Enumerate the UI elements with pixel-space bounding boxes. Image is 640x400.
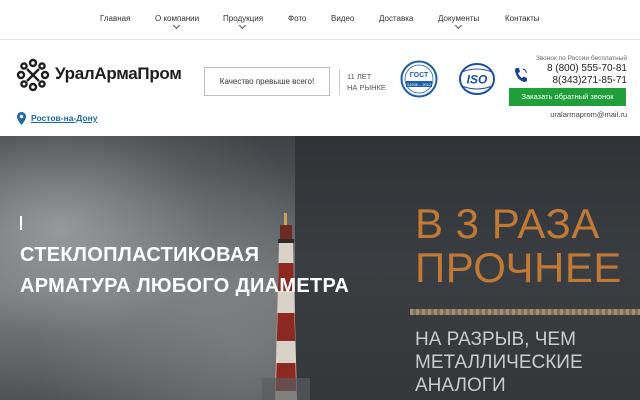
email-link[interactable]: uralarmaprom@mail.ru bbox=[550, 110, 627, 119]
nav-item-documents[interactable]: Документы bbox=[438, 14, 479, 30]
nav-item-about[interactable]: О компании bbox=[155, 14, 199, 30]
iso-label: ISO bbox=[467, 73, 488, 87]
nav-item-contacts[interactable]: Контакты bbox=[505, 14, 540, 23]
chevron-down-icon bbox=[238, 21, 247, 30]
hero-title: СТЕКЛОПЛАСТИКОВАЯ АРМАТУРА ЛЮБОГО ДИАМЕТ… bbox=[20, 240, 349, 302]
promo-headline-line-1: В 3 РАЗА bbox=[415, 200, 600, 247]
promo-headline-line-2: ПРОЧНЕЕ bbox=[415, 244, 622, 291]
chevron-down-icon bbox=[454, 21, 462, 30]
years-line-2: НА РЫНКЕ bbox=[347, 83, 386, 92]
top-navigation: Главная О компании Продукция Фото Видео … bbox=[0, 0, 640, 40]
location-pin-icon bbox=[17, 112, 26, 125]
nav-item-home[interactable]: Главная bbox=[100, 14, 130, 23]
phone-number-local[interactable]: 8(343)271-85-71 bbox=[553, 75, 628, 86]
promo-subtext-line-1: НА РАЗРЫВ, ЧЕМ bbox=[415, 329, 576, 350]
chevron-down-icon bbox=[173, 21, 181, 30]
nav-item-products[interactable]: Продукция bbox=[223, 14, 263, 30]
logo-mark-icon bbox=[16, 58, 50, 92]
hero-title-line-1: СТЕКЛОПЛАСТИКОВАЯ bbox=[20, 244, 260, 266]
phone-number-tollfree[interactable]: 8 (800) 555-70-81 bbox=[547, 63, 627, 74]
divider bbox=[339, 69, 340, 95]
site-header: УралАрмаПром Ростов-на-Дону Качество пре… bbox=[0, 40, 640, 136]
gost-label: ГОСТ bbox=[410, 72, 429, 79]
nav-item-video[interactable]: Видео bbox=[331, 14, 354, 23]
nav-item-label: Доставка bbox=[379, 14, 414, 23]
nav-item-photo[interactable]: Фото bbox=[288, 14, 306, 23]
promo-headline: В 3 РАЗА ПРОЧНЕЕ bbox=[415, 202, 622, 290]
rebar-stripe bbox=[410, 309, 640, 315]
years-on-market: 11 ЛЕТ НА РЫНКЕ bbox=[347, 71, 386, 93]
nav-item-label: Контакты bbox=[505, 14, 540, 23]
text-cursor bbox=[20, 216, 22, 230]
nav-item-label: Видео bbox=[331, 14, 355, 23]
gost-certificate-icon: ГОСТ 31938 – 2012 bbox=[400, 60, 438, 98]
nav-item-label: Фото bbox=[288, 14, 307, 23]
years-line-1: 11 ЛЕТ bbox=[347, 72, 372, 81]
promo-subtext: НА РАЗРЫВ, ЧЕМ МЕТАЛЛИЧЕСКИЕ АНАЛОГИ bbox=[415, 328, 583, 397]
iso-certificate-icon: ISO bbox=[459, 63, 495, 95]
hero-title-line-2: АРМАТУРА ЛЮБОГО ДИАМЕТРА bbox=[20, 275, 350, 297]
logo-text: УралАрмаПром bbox=[55, 64, 182, 83]
slogan-box: Качество превыше всего! bbox=[204, 67, 330, 96]
city-name: Ростов-на-Дону bbox=[31, 113, 98, 123]
callback-request-button[interactable]: Заказать обратный звонок bbox=[509, 88, 626, 106]
phone-note: Звонок по России бесплатный bbox=[535, 55, 627, 62]
phone-icon bbox=[515, 68, 527, 82]
nav-item-label: Главная bbox=[100, 14, 131, 23]
promo-subtext-line-2: МЕТАЛЛИЧЕСКИЕ bbox=[415, 352, 583, 373]
gost-number: 31938 – 2012 bbox=[407, 82, 432, 87]
promo-subtext-line-3: АНАЛОГИ bbox=[415, 375, 506, 396]
hero-banner: В 3 РАЗА ПРОЧНЕЕ НА РАЗРЫВ, ЧЕМ МЕТАЛЛИЧ… bbox=[0, 136, 640, 400]
nav-item-delivery[interactable]: Доставка bbox=[379, 14, 413, 23]
site-logo[interactable]: УралАрмаПром bbox=[16, 58, 192, 92]
